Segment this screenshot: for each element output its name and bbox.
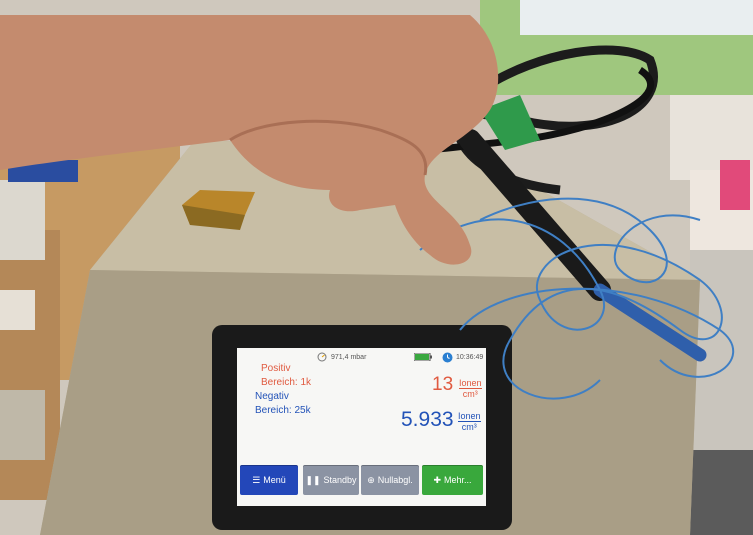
zero-adjust-button-label: Nullabgl. (377, 475, 413, 485)
positive-unit: Ionen cm³ (459, 378, 482, 399)
positive-unit-top: Ionen (459, 378, 482, 389)
plus-icon: ✚ (433, 474, 442, 485)
button-bar: ☰ Menü ❚❚ Standby ⊕ Nullabgl. ✚ Mehr... (237, 465, 486, 497)
positive-title: Positiv (261, 363, 291, 374)
clock-icon (442, 352, 453, 363)
gauge-icon (317, 352, 327, 362)
negative-label-group: Negativ Bereich: 25k (255, 390, 311, 418)
standby-button-label: Standby (323, 475, 357, 485)
negative-title: Negativ (255, 391, 289, 402)
battery-icon (414, 353, 432, 361)
negative-unit: Ionen cm³ (458, 411, 481, 432)
positive-value: 13 (432, 374, 454, 395)
pause-icon: ❚❚ (305, 474, 321, 485)
negative-value: 5.933 (401, 408, 454, 431)
more-button-label: Mehr... (444, 475, 472, 485)
menu-icon: ☰ (252, 474, 261, 485)
zero-adjust-button[interactable]: ⊕ Nullabgl. (361, 465, 419, 495)
positive-label-group: Positiv Bereich: 1k (261, 362, 311, 390)
pressure-readout: 971,4 mbar (331, 354, 367, 361)
negative-unit-bottom: cm³ (461, 422, 477, 432)
negative-range: Bereich: 25k (255, 405, 311, 416)
time-readout: 10:36:49 (456, 354, 484, 361)
more-button[interactable]: ✚ Mehr... (422, 465, 483, 495)
device-screen: 971,4 mbar 10:36:49 Positiv Bereich: 1k … (237, 348, 486, 506)
menu-button[interactable]: ☰ Menü (240, 465, 298, 495)
zero-target-icon: ⊕ (367, 474, 375, 485)
positive-unit-bottom: cm³ (462, 389, 478, 399)
negative-unit-top: Ionen (458, 411, 481, 422)
standby-button[interactable]: ❚❚ Standby (303, 465, 359, 495)
menu-button-label: Menü (263, 475, 286, 485)
positive-range: Bereich: 1k (261, 377, 312, 388)
